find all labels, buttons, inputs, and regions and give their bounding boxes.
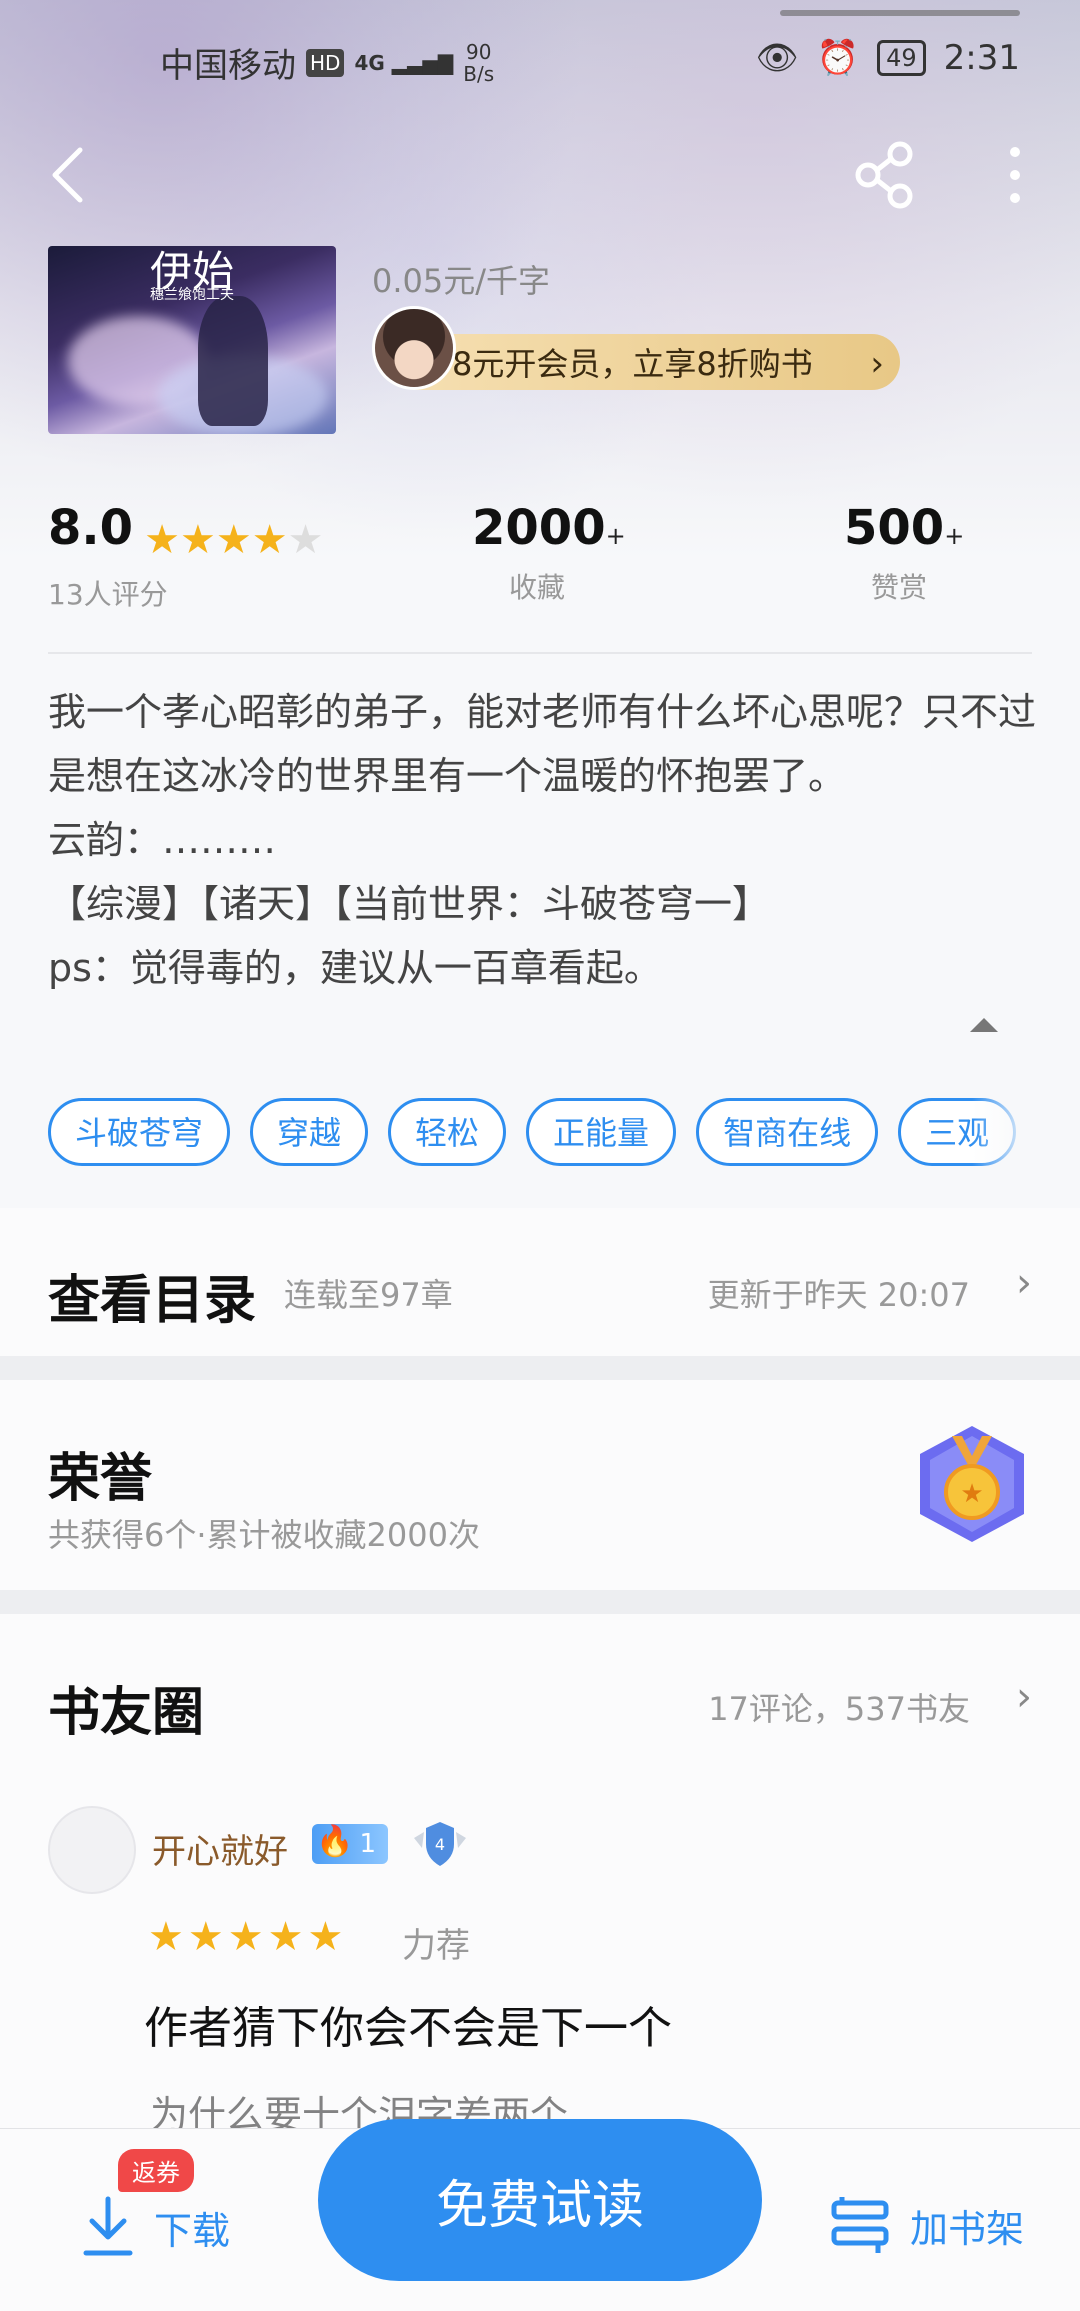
- star-icon: ★: [251, 516, 288, 563]
- star-icon: ★: [144, 516, 180, 563]
- signal-icon: 4G ▂▃▅▇: [354, 50, 454, 75]
- free-read-button[interactable]: 免费试读: [318, 2119, 762, 2281]
- rewards-label: 赞赏: [870, 571, 927, 604]
- table-of-contents-row[interactable]: 查看目录 连载至97章 更新于昨天 20:07 ›: [0, 1208, 1080, 1356]
- tag-item[interactable]: 智商在线: [696, 1098, 879, 1166]
- alarm-icon: ⏰: [816, 38, 860, 78]
- bottom-action-bar: 下载 返券 免费试读 加书架: [0, 2119, 1080, 2311]
- back-arrow-icon: [52, 147, 83, 203]
- honor-title: 荣誉: [48, 1448, 153, 1509]
- svg-text:★: ★: [960, 1479, 983, 1509]
- chevron-right-icon: ›: [1016, 1260, 1032, 1306]
- star-icon: ★: [148, 1914, 184, 1960]
- svg-text:4: 4: [435, 1835, 445, 1854]
- tag-item[interactable]: 斗破苍穹: [48, 1098, 231, 1166]
- back-button[interactable]: [40, 140, 110, 210]
- network-speed: 90 B/s: [463, 39, 495, 86]
- star-icon: ★: [267, 1914, 304, 1960]
- rating-stars: ★★★★★: [144, 517, 323, 563]
- status-left: 中国移动 HD 4G ▂▃▅▇ 90 B/s: [160, 38, 494, 87]
- update-time: 更新于昨天 20:07: [707, 1276, 970, 1314]
- honor-description: 共获得6个·累计被收藏2000次: [48, 1516, 480, 1554]
- review-title[interactable]: 作者猜下你会不会是下一个: [144, 1992, 672, 2056]
- favorites-block: 2000+ 收藏: [472, 500, 626, 604]
- carrier-name: 中国移动: [160, 46, 296, 86]
- tag-item[interactable]: 正能量: [526, 1098, 677, 1166]
- star-icon: ★: [215, 516, 252, 563]
- review-recommend-tag: 力荐: [402, 1926, 470, 1966]
- review-stars: ★ ★ ★ ★ ★: [148, 1914, 347, 1960]
- star-icon: ★: [187, 1914, 224, 1960]
- collapse-arrow-icon[interactable]: [970, 1018, 998, 1032]
- eye-icon: 👁: [755, 38, 799, 78]
- avatar[interactable]: [48, 1806, 136, 1894]
- chevron-right-icon: ›: [870, 344, 884, 384]
- tag-list: 斗破苍穹 穿越 轻松 正能量 智商在线 三观: [48, 1098, 1032, 1172]
- toc-title: 查看目录: [48, 1270, 257, 1331]
- star-icon: ★: [179, 516, 216, 563]
- status-bar: 中国移动 HD 4G ▂▃▅▇ 90 B/s 👁 ⏰ 49 2:31: [0, 0, 1080, 120]
- battery-icon: 49: [877, 40, 926, 76]
- fan-level-badge: 🔥 1: [312, 1824, 388, 1864]
- star-empty-icon: ★: [287, 516, 324, 563]
- download-label: 下载: [154, 2208, 231, 2253]
- add-to-shelf-button[interactable]: 加书架: [828, 2195, 1024, 2255]
- favorites-count: 2000: [472, 500, 606, 556]
- tag-item[interactable]: 穿越: [250, 1098, 369, 1166]
- flame-icon: 🔥: [316, 1824, 354, 1859]
- rewards-count: 500: [844, 500, 945, 556]
- top-navigation: [0, 140, 1080, 210]
- price-per-thousand: 0.05元/千字: [372, 262, 551, 300]
- more-vertical-icon: [1010, 147, 1020, 203]
- section-gap: [0, 1356, 1080, 1380]
- download-icon: [83, 2196, 133, 2256]
- tag-item[interactable]: 轻松: [388, 1098, 507, 1166]
- book-synopsis[interactable]: 我一个孝心昭彰的弟子，能对老师有什么坏心思呢？只不过是想在这冰冷的世界里有一个温…: [48, 680, 1038, 1000]
- star-icon: ★: [227, 1914, 264, 1960]
- book-cover[interactable]: 伊始 穗兰飨饱工夫: [48, 246, 336, 434]
- rating-score: 8.0: [48, 500, 134, 556]
- hd-icon: HD: [306, 48, 345, 77]
- share-icon: [855, 141, 913, 209]
- book-stats: 8.0 ★★★★★ 13人评分 2000+ 收藏 500+ 赞赏: [48, 500, 1032, 620]
- circle-title: 书友圈: [48, 1682, 205, 1743]
- section-gap: [0, 1590, 1080, 1614]
- gesture-indicator: [780, 10, 1020, 16]
- add-to-shelf-label: 加书架: [909, 2206, 1024, 2251]
- vip-mascot-avatar: [372, 306, 456, 390]
- shield-badge-icon: 4: [414, 1822, 466, 1866]
- more-options-button[interactable]: [990, 140, 1040, 210]
- vip-membership-banner[interactable]: 8元开会员，立享8折购书 ›: [388, 334, 900, 390]
- chevron-right-icon[interactable]: ›: [1016, 1674, 1032, 1720]
- book-friends-circle: 书友圈 17评论，537书友 › 开心就好 🔥 1 4 ★ ★ ★ ★ ★ 力荐 作者猜…: [0, 1614, 1080, 2137]
- rating-count: 13人评分: [48, 577, 168, 611]
- rewards-block[interactable]: 500+ 赞赏: [844, 500, 964, 606]
- rebate-badge: 返券: [118, 2149, 194, 2192]
- clock: 2:31: [943, 38, 1020, 78]
- medal-icon: ★: [920, 1426, 1024, 1542]
- cover-subtitle: 穗兰飨饱工夫: [150, 287, 234, 303]
- download-button[interactable]: 下载: [80, 2195, 230, 2259]
- star-icon: ★: [307, 1914, 344, 1960]
- favorites-label: 收藏: [508, 571, 565, 604]
- serial-status: 连载至97章: [284, 1276, 453, 1314]
- bookshelf-icon: [831, 2197, 889, 2253]
- vip-banner-label: 8元开会员，立享8折购书: [452, 345, 813, 383]
- rating-block[interactable]: 8.0 ★★★★★ 13人评分: [48, 500, 323, 613]
- share-button[interactable]: [850, 140, 920, 210]
- divider: [48, 652, 1032, 654]
- circle-stats[interactable]: 17评论，537书友: [708, 1684, 970, 1730]
- status-right: 👁 ⏰ 49 2:31: [756, 38, 1020, 78]
- honor-section[interactable]: 荣誉 共获得6个·累计被收藏2000次 ★: [0, 1380, 1080, 1590]
- review-username[interactable]: 开心就好: [152, 1824, 288, 1873]
